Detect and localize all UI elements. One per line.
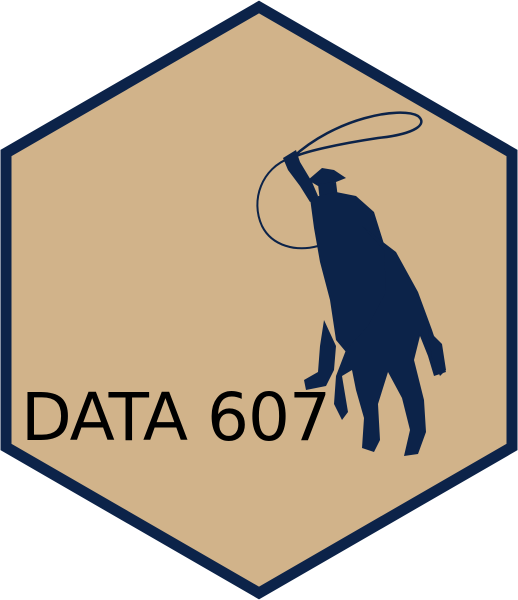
hex-sticker-graphic bbox=[0, 0, 518, 600]
course-title: DATA 607 bbox=[21, 379, 331, 456]
hexagon-badge bbox=[0, 0, 518, 600]
hex-sticker: DATA 607 bbox=[0, 0, 518, 600]
